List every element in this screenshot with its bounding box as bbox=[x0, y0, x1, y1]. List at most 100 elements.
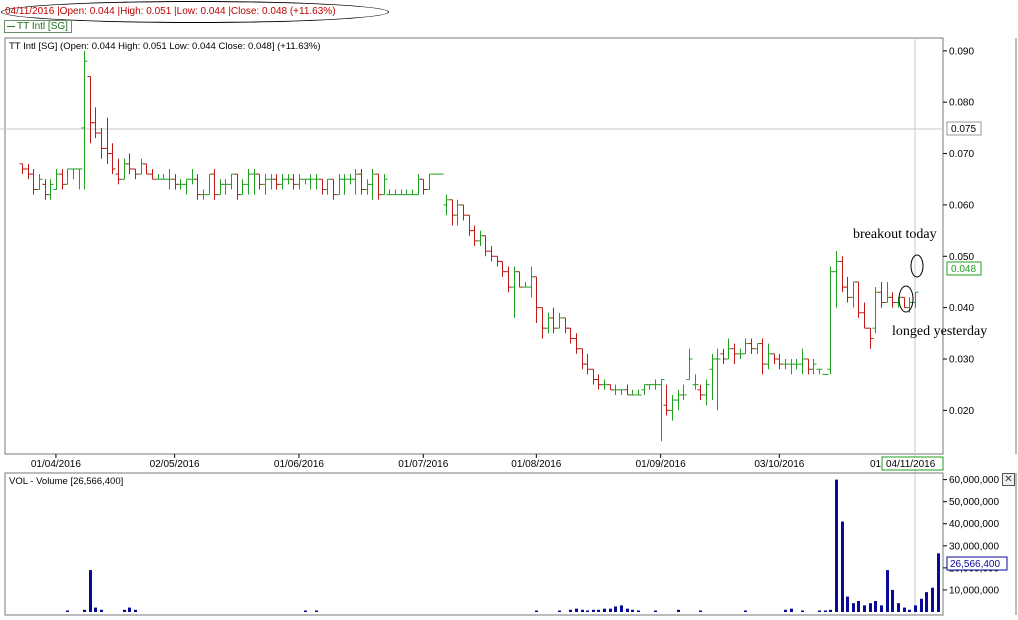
volume-series bbox=[66, 479, 940, 612]
ohlc-bar bbox=[53, 168, 60, 191]
ohlc-bar bbox=[861, 302, 868, 329]
close-icon[interactable]: ✕ bbox=[1002, 473, 1015, 486]
ohlc-bar bbox=[454, 199, 461, 226]
date-tick-label: 01/04/2016 bbox=[31, 459, 81, 470]
volume-bar bbox=[920, 598, 923, 612]
ohlc-bar bbox=[189, 168, 196, 185]
ohlc-bar bbox=[765, 343, 772, 370]
volume-bar bbox=[886, 570, 889, 612]
ohlc-bar bbox=[562, 317, 569, 334]
volume-tick-label: 60,000,000 bbox=[949, 475, 999, 486]
ohlc-bar bbox=[742, 338, 749, 355]
ohlc-bar bbox=[641, 384, 648, 395]
ohlc-bar bbox=[697, 384, 704, 401]
ohlc-bar bbox=[30, 168, 37, 195]
volume-bar bbox=[891, 589, 894, 612]
ohlc-bar bbox=[901, 296, 908, 309]
ohlc-bar bbox=[624, 384, 631, 396]
ohlc-bar bbox=[262, 174, 269, 195]
ohlc-bar bbox=[646, 384, 653, 390]
volume-bar bbox=[597, 609, 600, 612]
volume-bar bbox=[925, 592, 928, 612]
ohlc-bar bbox=[680, 384, 687, 401]
ohlc-bar bbox=[115, 158, 122, 185]
volume-bar bbox=[83, 609, 86, 612]
ohlc-bar bbox=[629, 389, 636, 396]
price-tick-label: 0.050 bbox=[949, 252, 974, 263]
volume-bar bbox=[784, 609, 787, 612]
ohlc-bar bbox=[336, 174, 343, 196]
volume-bar bbox=[304, 610, 307, 612]
ohlc-bar bbox=[477, 230, 484, 246]
volume-bar bbox=[94, 607, 97, 612]
ohlc-bar bbox=[183, 178, 190, 195]
ohlc-bar bbox=[341, 174, 348, 195]
last-price-value: 0.048 bbox=[951, 264, 976, 275]
ohlc-bar bbox=[663, 384, 670, 416]
ohlc-bar bbox=[533, 276, 540, 324]
ohlc-bar bbox=[482, 235, 489, 257]
ohlc-bar bbox=[256, 173, 263, 190]
volume-bar bbox=[846, 596, 849, 612]
volume-bar bbox=[128, 607, 131, 612]
volume-bar bbox=[852, 603, 855, 612]
ohlc-bar bbox=[635, 389, 642, 396]
price-tick-label: 0.090 bbox=[949, 46, 974, 57]
ohlc-bar bbox=[658, 379, 665, 442]
ohlc-bar bbox=[59, 168, 66, 190]
ohlc-bar bbox=[132, 168, 139, 180]
ohlc-bar bbox=[98, 127, 105, 159]
volume-bar bbox=[637, 610, 640, 612]
volume-bar bbox=[586, 610, 589, 612]
ohlc-bar bbox=[398, 189, 405, 196]
ohlc-bar bbox=[319, 178, 326, 195]
volume-bar bbox=[829, 609, 832, 612]
ohlc-bar bbox=[177, 179, 184, 190]
ohlc-bar bbox=[443, 194, 450, 216]
ohlc-bar bbox=[415, 174, 422, 196]
volume-panel-title: VOL - Volume [26,566,400] bbox=[9, 476, 123, 487]
volume-tick-label: 30,000,000 bbox=[949, 541, 999, 552]
volume-bar bbox=[818, 610, 821, 612]
ohlc-bar bbox=[313, 174, 320, 190]
ohlc-bar bbox=[703, 379, 710, 406]
volume-bar bbox=[824, 610, 827, 612]
volume-bar bbox=[874, 600, 877, 612]
volume-tick-label: 50,000,000 bbox=[949, 497, 999, 508]
ohlc-bar bbox=[42, 179, 49, 200]
ohlc-bar bbox=[109, 143, 116, 175]
ohlc-bar bbox=[64, 168, 71, 185]
ohlc-bar bbox=[522, 281, 529, 288]
ohlc-bar bbox=[754, 343, 761, 354]
ohlc-bar bbox=[844, 276, 851, 303]
ohlc-bar bbox=[709, 353, 716, 401]
ohlc-bar bbox=[160, 174, 167, 180]
ohlc-bar bbox=[618, 389, 625, 395]
volume-bar bbox=[880, 605, 883, 612]
date-tick-label: 03/10/2016 bbox=[754, 459, 804, 470]
ohlc-bar bbox=[104, 117, 111, 164]
ohlc-bar bbox=[245, 168, 252, 195]
ohlc-bar bbox=[228, 173, 235, 190]
ohlc-bar bbox=[143, 163, 150, 175]
ohlc-bar bbox=[403, 189, 410, 196]
ohlc-bar bbox=[268, 174, 275, 190]
volume-tick-label: 40,000,000 bbox=[949, 519, 999, 530]
ohlc-bar bbox=[833, 251, 840, 308]
ohlc-bar bbox=[669, 394, 676, 421]
ohlc-bar bbox=[579, 348, 586, 370]
ohlc-bar bbox=[776, 353, 783, 370]
ohlc-bar bbox=[126, 153, 133, 175]
volume-tick-label: 10,000,000 bbox=[949, 585, 999, 596]
volume-bar bbox=[100, 609, 103, 612]
ohlc-bar bbox=[488, 246, 495, 262]
ohlc-bar bbox=[889, 292, 896, 308]
ohlc-bar bbox=[70, 168, 77, 180]
ohlc-bar bbox=[759, 338, 766, 375]
price-tick-label: 0.060 bbox=[949, 200, 974, 211]
ohlc-bar bbox=[652, 379, 659, 390]
volume-bar bbox=[841, 521, 844, 612]
volume-bar bbox=[835, 479, 838, 612]
annotation-breakout: breakout today bbox=[853, 227, 937, 242]
ohlc-bar bbox=[827, 266, 834, 375]
